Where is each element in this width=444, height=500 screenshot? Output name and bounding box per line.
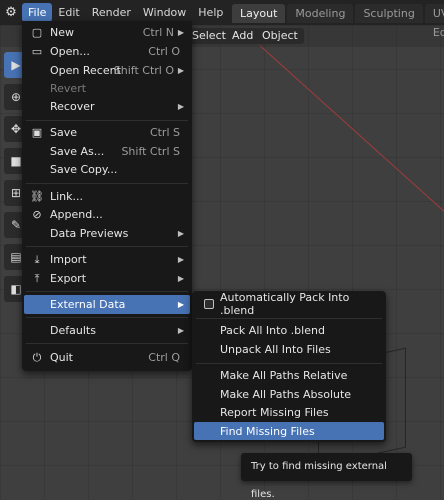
menu-item-auto-pack[interactable]: Automatically Pack Into .blend — [194, 291, 384, 317]
submenu-arrow-icon: ▶ — [177, 66, 184, 75]
menu-item-paths-relative[interactable]: Make All Paths Relative — [194, 366, 384, 384]
menu-item-link[interactable]: ⛓ Link... — [24, 187, 190, 206]
workspace-tabs: Layout Modeling Sculpting UV Edit — [230, 4, 444, 39]
menu-item-append[interactable]: ⊘ Append... — [24, 205, 190, 224]
folder-icon: ▭ — [31, 45, 43, 58]
menu-item-data-previews[interactable]: Data Previews ▶ — [24, 224, 190, 243]
menu-item-pack-all[interactable]: Pack All Into .blend — [194, 321, 384, 339]
menu-separator — [26, 120, 188, 121]
menu-separator — [26, 183, 188, 184]
render-menu-button[interactable]: Render — [86, 3, 137, 22]
tab-layout[interactable]: Layout — [232, 4, 286, 23]
tab-uv-editing[interactable]: UV Edit — [424, 4, 444, 39]
menu-item-recover[interactable]: Recover ▶ — [24, 97, 190, 116]
import-icon: ⤓ — [34, 252, 40, 266]
external-data-submenu: Automatically Pack Into .blend Pack All … — [192, 291, 386, 442]
help-menu-button[interactable]: Help — [192, 3, 229, 22]
submenu-arrow-icon: ▶ — [177, 255, 184, 264]
menu-item-import[interactable]: ⤓ Import ▶ — [24, 250, 190, 269]
power-icon: ⏻ — [32, 350, 42, 364]
submenu-arrow-icon: ▶ — [177, 300, 184, 309]
menu-separator — [26, 246, 188, 247]
auto-pack-checkbox[interactable] — [204, 299, 214, 309]
menu-item-save[interactable]: ▣ Save Ctrl S — [24, 123, 190, 142]
menu-item-defaults[interactable]: Defaults ▶ — [24, 321, 190, 340]
menu-item-paths-absolute[interactable]: Make All Paths Absolute — [194, 385, 384, 403]
menu-item-open[interactable]: ▭ Open... Ctrl O — [24, 42, 190, 61]
menu-separator — [26, 291, 188, 292]
file-menu-button[interactable]: File — [22, 3, 53, 22]
menu-item-revert[interactable]: Revert — [24, 79, 190, 98]
export-icon: ⤒ — [34, 271, 40, 285]
blender-logo-icon[interactable]: ⚙ — [0, 0, 22, 25]
submenu-arrow-icon: ▶ — [177, 28, 184, 37]
object-menu-button[interactable]: Object — [256, 28, 304, 44]
menu-item-save-copy[interactable]: Save Copy... — [24, 160, 190, 179]
menu-item-open-recent[interactable]: Open Recent Shift Ctrl O ▶ — [24, 61, 190, 80]
menu-separator — [26, 317, 188, 318]
menu-item-unpack-all[interactable]: Unpack All Into Files — [194, 340, 384, 358]
save-icon: ▣ — [31, 126, 43, 139]
submenu-arrow-icon: ▶ — [177, 326, 184, 335]
edit-menu-button[interactable]: Edit — [52, 3, 85, 22]
tab-sculpting[interactable]: Sculpting — [355, 4, 423, 23]
tab-modeling[interactable]: Modeling — [287, 4, 354, 23]
menu-item-export[interactable]: ⤒ Export ▶ — [24, 269, 190, 288]
x-axis-line — [259, 45, 444, 220]
menu-separator — [196, 318, 382, 319]
new-file-icon: ▢ — [31, 26, 43, 39]
append-icon: ⊘ — [32, 208, 42, 221]
menu-separator — [26, 343, 188, 344]
link-icon: ⛓ — [30, 190, 44, 203]
menu-item-new[interactable]: ▢ New Ctrl N ▶ — [24, 23, 190, 42]
submenu-arrow-icon: ▶ — [177, 102, 184, 111]
menu-item-external-data[interactable]: External Data ▶ — [24, 295, 190, 314]
menu-item-report-missing[interactable]: Report Missing Files — [194, 403, 384, 421]
file-menu-dropdown: ▢ New Ctrl N ▶ ▭ Open... Ctrl O Open Rec… — [22, 21, 192, 371]
menu-item-save-as[interactable]: Save As... Shift Ctrl S — [24, 142, 190, 161]
submenu-arrow-icon: ▶ — [177, 229, 184, 238]
menu-item-quit[interactable]: ⏻ Quit Ctrl Q — [24, 348, 190, 367]
window-menu-button[interactable]: Window — [137, 3, 192, 22]
add-menu-button[interactable]: Add — [226, 28, 260, 44]
tooltip: Try to find missing external files. — [241, 453, 412, 500]
menu-item-find-missing[interactable]: Find Missing Files — [194, 422, 384, 440]
submenu-arrow-icon: ▶ — [177, 274, 184, 283]
menu-separator — [196, 363, 382, 364]
